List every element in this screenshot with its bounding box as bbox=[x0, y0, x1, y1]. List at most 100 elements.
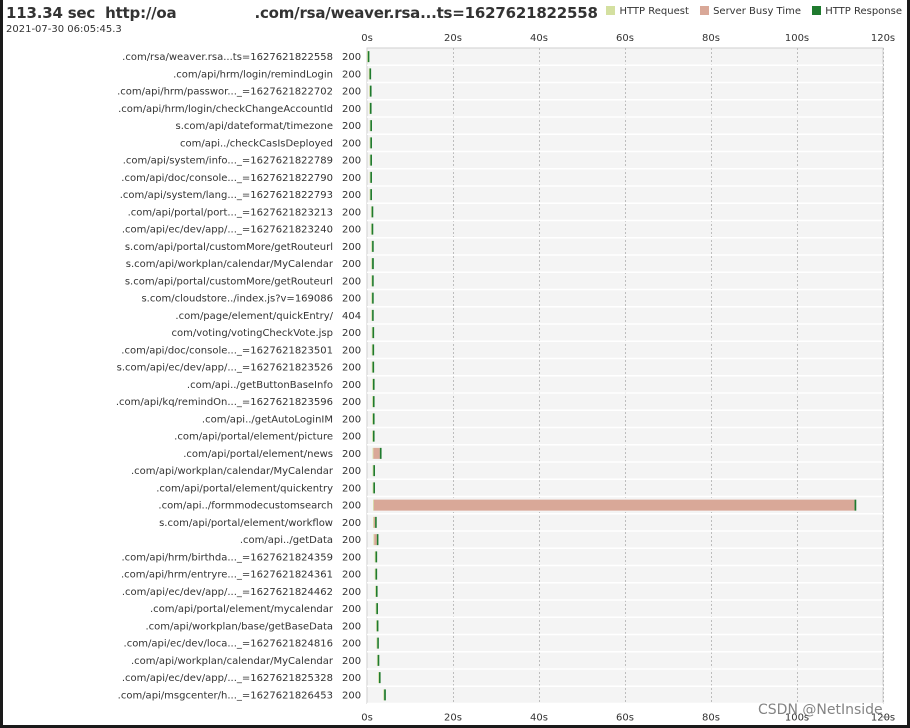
bar-http-response bbox=[369, 85, 372, 97]
bar-server-busy bbox=[373, 516, 376, 528]
bar-http-request bbox=[374, 568, 376, 580]
bar-http-request bbox=[370, 223, 372, 235]
bar-http-response bbox=[372, 258, 374, 270]
row-label: .com/api/workplan/calendar/MyCalendar bbox=[131, 656, 334, 667]
bar-http-request bbox=[369, 137, 371, 149]
bar-http-request bbox=[372, 378, 373, 390]
bar-http-response bbox=[372, 275, 374, 287]
bar-http-request bbox=[372, 465, 374, 477]
bar-http-response bbox=[377, 637, 379, 649]
row-label: .com/api/msgcenter/h..._=1627621826453 bbox=[118, 690, 333, 701]
bar-http-response bbox=[378, 672, 381, 684]
bar-http-request bbox=[374, 551, 376, 563]
row-status-code: 200 bbox=[342, 483, 361, 494]
bar-http-request bbox=[373, 499, 374, 511]
bar-http-request bbox=[369, 189, 371, 201]
row-status-code: 200 bbox=[342, 587, 361, 598]
row-label: .com/api/kq/remindOn..._=1627621823596 bbox=[116, 397, 333, 408]
bar-http-response bbox=[376, 534, 379, 546]
bar-http-request bbox=[378, 672, 379, 684]
row-status-code: 200 bbox=[342, 156, 361, 167]
bar-http-request bbox=[369, 154, 371, 166]
bar-http-response bbox=[375, 516, 377, 528]
row-label: .com/api/ec/dev/loca..._=1627621824816 bbox=[124, 639, 333, 650]
bar-server-busy bbox=[373, 499, 855, 511]
row-label: .com/api/hrm/entryre..._=1627621824361 bbox=[121, 570, 333, 581]
row-status-code: 200 bbox=[342, 207, 361, 218]
bar-http-response bbox=[370, 154, 372, 166]
bar-http-response bbox=[375, 568, 378, 580]
row-label: .com/api/hrm/passwor..._=1627621822702 bbox=[117, 87, 333, 98]
row-label: s.com/api/portal/element/workflow bbox=[159, 518, 333, 529]
row-status-code: 200 bbox=[342, 570, 361, 581]
bar-http-request bbox=[371, 275, 373, 287]
row-label: .com/api/hrm/login/remindLogin bbox=[173, 69, 333, 80]
bar-http-response bbox=[377, 654, 380, 666]
row-label: .com/api/ec/dev/app/..._=1627621825328 bbox=[122, 673, 333, 684]
row-label: .com/api../getButtonBaseInfo bbox=[187, 380, 333, 391]
bar-http-response bbox=[372, 361, 375, 373]
row-status-code: 200 bbox=[342, 518, 361, 529]
row-status-code: 200 bbox=[342, 639, 361, 650]
row-label: .com/api/portal/port..._=1627621823213 bbox=[128, 207, 333, 218]
row-label: .com/api/workplan/calendar/MyCalendar bbox=[131, 466, 334, 477]
row-label: .com/api../getData bbox=[240, 535, 333, 546]
bar-http-response bbox=[384, 689, 386, 701]
row-status-code: 200 bbox=[342, 242, 361, 253]
row-status-code: 200 bbox=[342, 621, 361, 632]
row-status-code: 200 bbox=[342, 69, 361, 80]
row-label: .com/api/workplan/base/getBaseData bbox=[145, 621, 333, 632]
row-status-code: 200 bbox=[342, 225, 361, 236]
bar-http-request bbox=[376, 620, 377, 632]
bar-http-response bbox=[375, 585, 378, 597]
row-status-code: 200 bbox=[342, 397, 361, 408]
bar-http-request bbox=[369, 171, 371, 183]
row-label: .com/api/system/info..._=1627621822789 bbox=[123, 156, 333, 167]
bar-http-response bbox=[372, 292, 374, 304]
bar-http-request bbox=[372, 430, 373, 442]
row-status-code: 200 bbox=[342, 466, 361, 477]
row-status-code: 200 bbox=[342, 501, 361, 512]
bar-http-response bbox=[376, 603, 378, 615]
bar-http-response bbox=[369, 102, 372, 114]
row-status-code: 200 bbox=[342, 432, 361, 443]
row-status-code: 200 bbox=[342, 87, 361, 98]
row-status-code: 200 bbox=[342, 259, 361, 270]
row-status-code: 200 bbox=[342, 328, 361, 339]
bar-http-response bbox=[370, 137, 372, 149]
row-status-code: 200 bbox=[342, 294, 361, 305]
bar-http-request bbox=[371, 361, 373, 373]
bar-server-busy bbox=[373, 447, 380, 459]
row-status-code: 200 bbox=[342, 380, 361, 391]
row-status-code: 200 bbox=[342, 104, 361, 115]
row-label: com/api../checkCasIsDeployed bbox=[180, 138, 333, 149]
bar-http-request bbox=[372, 396, 373, 408]
bar-http-request bbox=[369, 120, 371, 132]
row-status-code: 404 bbox=[342, 311, 361, 322]
bar-http-request bbox=[369, 85, 370, 97]
bar-http-response bbox=[370, 171, 372, 183]
row-status-code: 200 bbox=[342, 656, 361, 667]
x-tick-label-bottom: 40s bbox=[530, 713, 548, 724]
x-tick-label-bottom: 80s bbox=[702, 713, 720, 724]
bar-http-request bbox=[373, 516, 374, 528]
bar-http-request bbox=[376, 637, 378, 649]
row-status-code: 200 bbox=[342, 449, 361, 460]
row-status-code: 200 bbox=[342, 414, 361, 425]
row-status-code: 200 bbox=[342, 552, 361, 563]
bar-http-request bbox=[383, 689, 385, 701]
watermark: CSDN @NetInside_ bbox=[758, 702, 890, 718]
bar-http-response bbox=[372, 309, 374, 321]
x-tick-label-top: 40s bbox=[530, 33, 548, 44]
bar-http-response bbox=[379, 447, 382, 459]
bar-http-request bbox=[371, 292, 373, 304]
x-tick-label-top: 60s bbox=[616, 33, 634, 44]
x-tick-label-top: 100s bbox=[785, 33, 809, 44]
row-label: .com/api/portal/element/news bbox=[183, 449, 333, 460]
bar-http-request bbox=[368, 68, 370, 80]
row-label: .com/api/doc/console..._=1627621822790 bbox=[121, 173, 333, 184]
row-label: .com/api../formmodecustomsearch bbox=[158, 501, 333, 512]
row-status-code: 200 bbox=[342, 121, 361, 132]
row-label: .com/api/ec/dev/app/..._=1627621823240 bbox=[122, 225, 333, 236]
row-label: s.com/cloudstore../index.js?v=169086 bbox=[141, 294, 333, 305]
